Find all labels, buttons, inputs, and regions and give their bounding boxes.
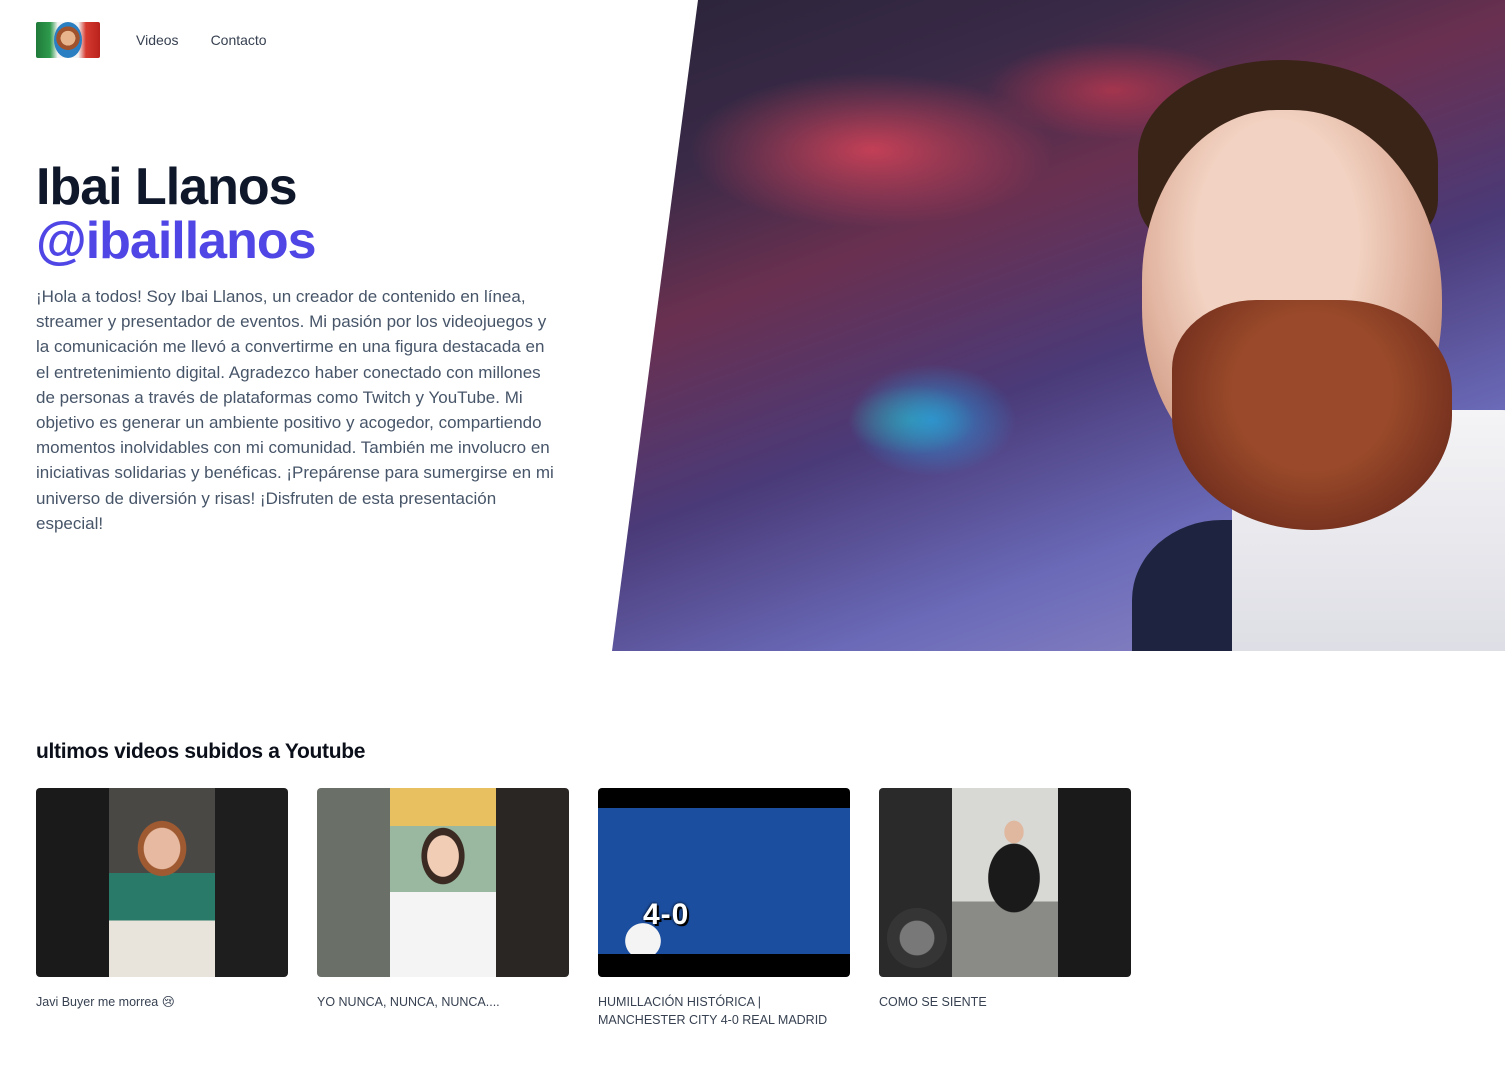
video-thumbnail[interactable]: 4-0 [598, 788, 850, 977]
video-title[interactable]: HUMILLACIÓN HISTÓRICA | MANCHESTER CITY … [598, 993, 850, 1029]
site-logo[interactable] [36, 22, 100, 58]
nav-link-videos[interactable]: Videos [136, 32, 179, 48]
video-thumbnail[interactable] [879, 788, 1131, 977]
hero-photo [612, 0, 1505, 651]
hero-name: Ibai Llanos [36, 158, 298, 216]
video-title[interactable]: YO NUNCA, NUNCA, NUNCA.... [317, 993, 569, 1011]
video-card[interactable]: YO NUNCA, NUNCA, NUNCA.... [317, 788, 569, 1029]
video-card[interactable]: COMO SE SIENTE [879, 788, 1131, 1029]
balloon-shape [887, 908, 947, 968]
thumbnail-art [598, 808, 850, 954]
video-title[interactable]: COMO SE SIENTE [879, 993, 1131, 1011]
videos-section-title: ultimos videos subidos a Youtube [36, 740, 366, 763]
video-title[interactable]: Javi Buyer me morrea 😢 [36, 993, 288, 1011]
video-card[interactable]: 4-0 HUMILLACIÓN HISTÓRICA | MANCHESTER C… [598, 788, 850, 1029]
hero-title: Ibai Llanos @ibaillanos [36, 158, 317, 270]
hero-handle: @ibaillanos [36, 212, 317, 270]
thumbnail-art [952, 788, 1058, 977]
video-card[interactable]: Javi Buyer me morrea 😢 [36, 788, 288, 1029]
photo-beard [1172, 300, 1452, 530]
thumbnail-art [390, 788, 496, 977]
hero-description: ¡Hola a todos! Soy Ibai Llanos, un cread… [36, 287, 554, 533]
video-list: Javi Buyer me morrea 😢 YO NUNCA, NUNCA, … [36, 788, 1131, 1029]
video-thumbnail[interactable] [317, 788, 569, 977]
thumbnail-art [109, 788, 215, 977]
main-nav: Videos Contacto [136, 32, 267, 48]
video-thumbnail[interactable] [36, 788, 288, 977]
nav-link-contacto[interactable]: Contacto [211, 32, 267, 48]
logo-badge-icon [54, 22, 82, 58]
thumbnail-score: 4-0 [643, 898, 690, 931]
